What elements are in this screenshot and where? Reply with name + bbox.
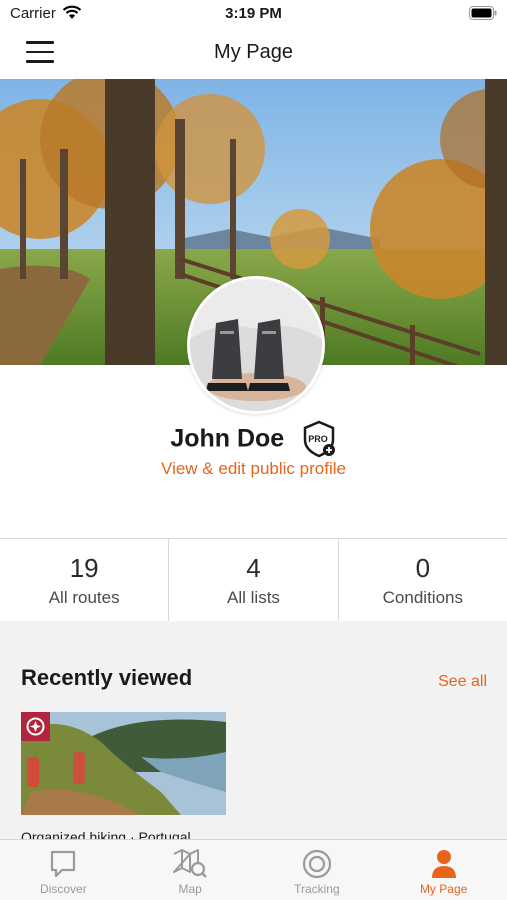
stat-label: Conditions: [382, 588, 463, 607]
stat-value: 4: [246, 553, 261, 583]
stat-all-lists[interactable]: 4 All lists: [169, 539, 339, 621]
target-icon: [254, 847, 381, 881]
stat-label: All lists: [227, 588, 280, 607]
tab-label: My Page: [419, 882, 468, 896]
organized-tour-icon: [21, 712, 50, 741]
tab-discover[interactable]: Discover: [0, 840, 127, 900]
svg-text:PRO: PRO: [308, 434, 328, 444]
clock: 3:19 PM: [225, 5, 282, 22]
avatar[interactable]: [187, 276, 325, 414]
stat-label: All routes: [48, 588, 120, 607]
page-title: My Page: [214, 41, 293, 63]
map-search-icon: [127, 847, 254, 881]
stats-row: 19 All routes 4 All lists 0 Conditions: [0, 538, 507, 622]
tab-label: Discover: [40, 882, 87, 896]
user-name: John Doe: [170, 424, 285, 453]
person-icon: [380, 847, 507, 881]
navigation-bar: My Page: [0, 28, 507, 78]
tab-map[interactable]: Map: [127, 840, 254, 900]
battery-icon: [469, 6, 497, 20]
tab-bar: Discover Map Tracking My Page: [0, 839, 507, 900]
profile-name-row: John Doe PRO: [0, 420, 507, 458]
edit-profile-link[interactable]: View & edit public profile: [0, 459, 507, 479]
chat-bubble-icon: [0, 847, 127, 881]
see-all-link[interactable]: See all: [438, 673, 487, 691]
stat-value: 0: [415, 553, 431, 583]
status-bar: Carrier 3:19 PM: [0, 0, 507, 28]
tab-my-page[interactable]: My Page: [380, 840, 507, 900]
tab-tracking[interactable]: Tracking: [254, 840, 381, 900]
tab-label: Tracking: [294, 882, 340, 896]
stat-value: 19: [69, 553, 99, 583]
pro-badge-icon: PRO: [301, 420, 337, 458]
stat-conditions[interactable]: 0 Conditions: [339, 539, 507, 621]
section-title: Recently viewed: [21, 665, 193, 690]
recently-viewed-section: Recently viewed See all Organized hiking…: [0, 621, 507, 841]
stat-all-routes[interactable]: 19 All routes: [0, 539, 170, 621]
recent-route-card[interactable]: Organized hiking · Portugal: [21, 712, 226, 841]
tab-label: Map: [178, 882, 202, 896]
route-thumbnail: [21, 712, 226, 815]
